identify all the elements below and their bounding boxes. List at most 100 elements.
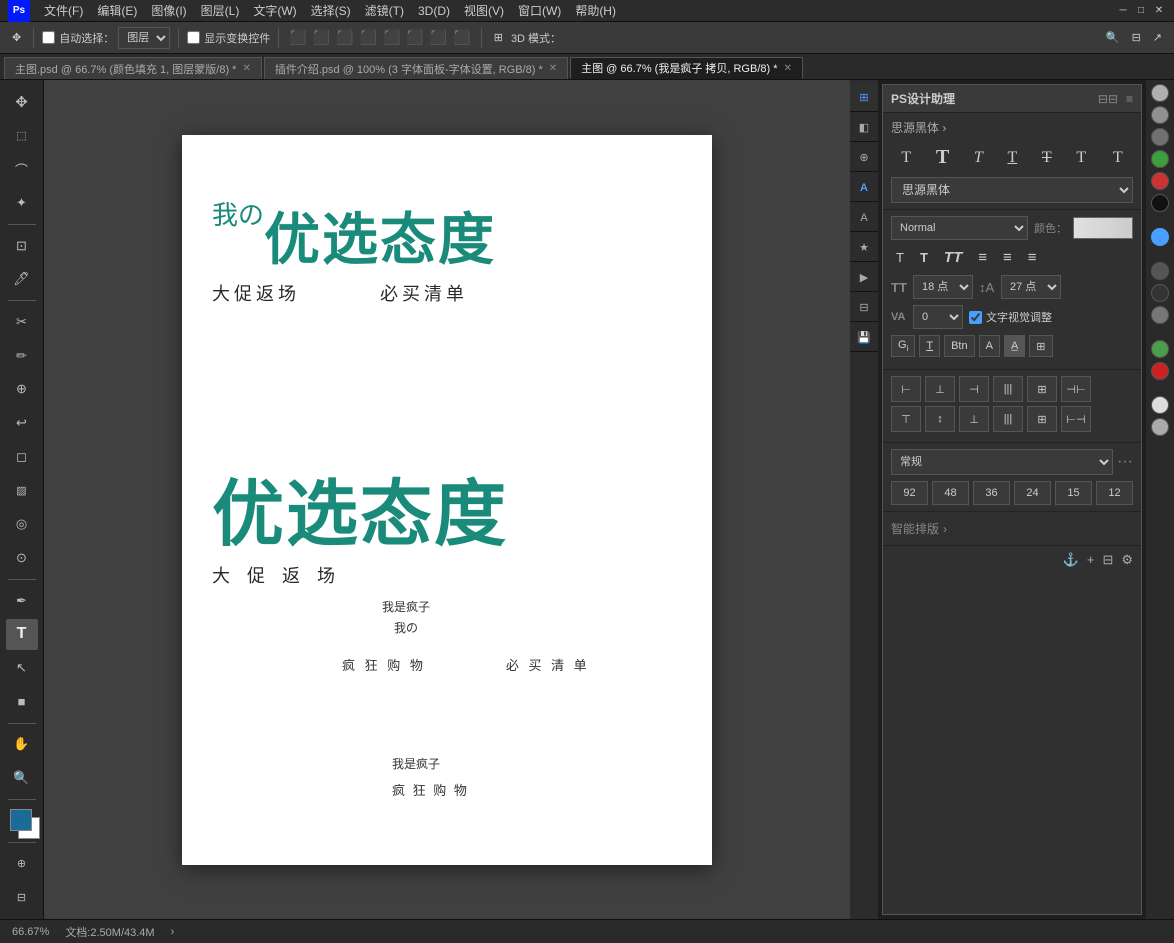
menu-image[interactable]: 图像(I) — [145, 0, 192, 21]
font-style-regular[interactable]: T — [897, 144, 915, 171]
grid-icon[interactable]: ⊞ — [490, 29, 507, 46]
tab-plugin-psd[interactable]: 插件介绍.psd @ 100% (3 字体面板-字体设置, RGB/8) * ✕ — [264, 57, 568, 79]
font-style-narrow[interactable]: T — [1109, 144, 1127, 171]
special-grid-btn[interactable]: ⊞ — [1029, 335, 1052, 357]
selection-tool[interactable]: ⬚ — [6, 120, 38, 152]
ps-helper-menu-icon[interactable]: ≡ — [1126, 92, 1133, 106]
eyedropper-tool[interactable]: 🖊 — [6, 264, 38, 296]
swatch-gray2[interactable] — [1151, 106, 1169, 124]
font-style-wide[interactable]: T — [1072, 144, 1092, 171]
helper-tab-puzzle[interactable]: ⊕ — [850, 144, 878, 172]
menu-layer[interactable]: 图层(L) — [195, 0, 246, 21]
canvas-area[interactable]: 我の 优选态度 大促返场 必买清单 优选态度 大 促 返 场 我是疯子 我の — [44, 80, 850, 919]
align-top-icon[interactable]: ⬛ — [358, 27, 379, 48]
tab-close-1[interactable]: ✕ — [549, 63, 557, 74]
menu-window[interactable]: 窗口(W) — [512, 0, 567, 21]
magic-wand-tool[interactable]: ✦ — [6, 187, 38, 219]
align-center-icon[interactable]: ⬛ — [311, 27, 332, 48]
tab-main-psd[interactable]: 主图.psd @ 66.7% (颜色填充 1, 图层蒙版/8) * ✕ — [4, 57, 262, 79]
format-left-btn[interactable]: ≡ — [973, 246, 992, 269]
blend-mode-select[interactable]: Normal — [891, 216, 1028, 240]
align-right-edge-btn[interactable]: ⊣ — [959, 376, 989, 402]
menu-view[interactable]: 视图(V) — [458, 0, 510, 21]
layer-select[interactable]: 图层 — [118, 27, 170, 49]
path-select-tool[interactable]: ↖ — [6, 652, 38, 684]
swatch-white2[interactable] — [1151, 418, 1169, 436]
tracking-select[interactable]: 0 — [913, 305, 963, 329]
eraser-tool[interactable]: ◻ — [6, 441, 38, 473]
preset-size-12[interactable]: 12 — [1096, 481, 1133, 505]
minimize-button[interactable]: ─ — [1116, 4, 1130, 18]
menu-help[interactable]: 帮助(H) — [569, 0, 622, 21]
shape-tool[interactable]: ■ — [6, 686, 38, 718]
preset-more-icon[interactable]: ··· — [1117, 453, 1133, 471]
special-btn-btn[interactable]: Btn — [944, 335, 975, 357]
line-height-select[interactable]: 27 点 — [1001, 275, 1061, 299]
preset-size-92[interactable]: 92 — [891, 481, 928, 505]
format-right-btn[interactable]: ≡ — [1023, 246, 1042, 269]
font-name-select[interactable]: 思源黑体 — [891, 177, 1133, 203]
auto-select-checkbox[interactable] — [42, 31, 55, 44]
helper-anchor-icon[interactable]: ⚓ — [1063, 552, 1079, 568]
menu-select[interactable]: 选择(S) — [305, 0, 357, 21]
swatch-white1[interactable] — [1151, 396, 1169, 414]
helper-tab-layers[interactable]: ◧ — [850, 114, 878, 142]
format-center-btn[interactable]: ≡ — [998, 246, 1017, 269]
pen-tool[interactable]: ✒ — [6, 585, 38, 617]
dodge-tool[interactable]: ⊙ — [6, 542, 38, 574]
format-regular-btn[interactable]: T — [891, 247, 909, 268]
font-style-bold[interactable]: T — [932, 144, 953, 171]
quick-mask-tool[interactable]: ⊕ — [6, 848, 38, 880]
blur-tool[interactable]: ◎ — [6, 508, 38, 540]
move-tool-btn[interactable]: ✥ — [8, 29, 25, 46]
helper-tab-save[interactable]: 💾 — [850, 324, 878, 352]
screen-mode-tool[interactable]: ⊟ — [6, 881, 38, 913]
font-style-strikethrough[interactable]: T — [1038, 144, 1056, 171]
align-bottom-btn[interactable]: ⊥ — [959, 406, 989, 432]
swatch-gray6[interactable] — [1151, 306, 1169, 324]
font-size-select[interactable]: 18 点 — [913, 275, 973, 299]
format-italic-btn[interactable]: TT — [939, 246, 967, 269]
align-top-btn[interactable]: ⊤ — [891, 406, 921, 432]
align-dist2-btn[interactable]: ⊢⊣ — [1061, 406, 1091, 432]
menu-3d[interactable]: 3D(D) — [412, 2, 456, 20]
align-grid-btn[interactable]: ⊞ — [1027, 376, 1057, 402]
format-bold-btn[interactable]: T — [915, 247, 933, 268]
crop-tool[interactable]: ⊡ — [6, 230, 38, 262]
align-left-icon[interactable]: ⬛ — [287, 27, 308, 48]
color-picker[interactable] — [1073, 217, 1133, 239]
align-middle-btn[interactable]: ↕ — [925, 406, 955, 432]
menu-text[interactable]: 文字(W) — [247, 0, 302, 21]
align-vert-center-btn[interactable]: ||| — [993, 376, 1023, 402]
history-brush-tool[interactable]: ↩ — [6, 407, 38, 439]
align-right-icon[interactable]: ⬛ — [334, 27, 355, 48]
search-icon[interactable]: 🔍 — [1102, 29, 1124, 46]
preset-size-15[interactable]: 15 — [1055, 481, 1092, 505]
special-t-underline-btn[interactable]: T̲ — [919, 335, 940, 357]
swatch-red1[interactable] — [1151, 172, 1169, 190]
align-grid2-btn[interactable]: ⊞ — [1027, 406, 1057, 432]
preset-size-24[interactable]: 24 — [1014, 481, 1051, 505]
tab-close-2[interactable]: ✕ — [784, 63, 792, 74]
preset-size-36[interactable]: 36 — [973, 481, 1010, 505]
helper-settings-icon[interactable]: ⚙ — [1121, 552, 1133, 568]
menu-filter[interactable]: 滤镜(T) — [359, 0, 410, 21]
helper-tab-text-a2[interactable]: A — [850, 204, 878, 232]
move-tool[interactable]: ✥ — [6, 86, 38, 118]
swatch-gray5[interactable] — [1151, 284, 1169, 302]
menu-edit[interactable]: 编辑(E) — [91, 0, 143, 21]
tab-close-0[interactable]: ✕ — [242, 63, 250, 74]
font-style-underline[interactable]: T — [1003, 144, 1021, 171]
hand-tool[interactable]: ✋ — [6, 729, 38, 761]
preset-select[interactable]: 常规 — [891, 449, 1113, 475]
swatch-green1[interactable] — [1151, 150, 1169, 168]
show-transform-checkbox[interactable] — [187, 31, 200, 44]
stamp-tool[interactable]: ⊕ — [6, 374, 38, 406]
align-bottom-icon[interactable]: ⬛ — [428, 27, 449, 48]
close-button[interactable]: ✕ — [1152, 4, 1166, 18]
helper-tab-play[interactable]: ▶ — [850, 264, 878, 292]
ps-helper-expand-icon[interactable]: ⊟⊟ — [1098, 92, 1118, 106]
status-arrow-icon[interactable]: › — [171, 926, 175, 938]
align-left-edge-btn[interactable]: ⊢ — [891, 376, 921, 402]
lasso-tool[interactable]: ⌒ — [6, 153, 38, 185]
